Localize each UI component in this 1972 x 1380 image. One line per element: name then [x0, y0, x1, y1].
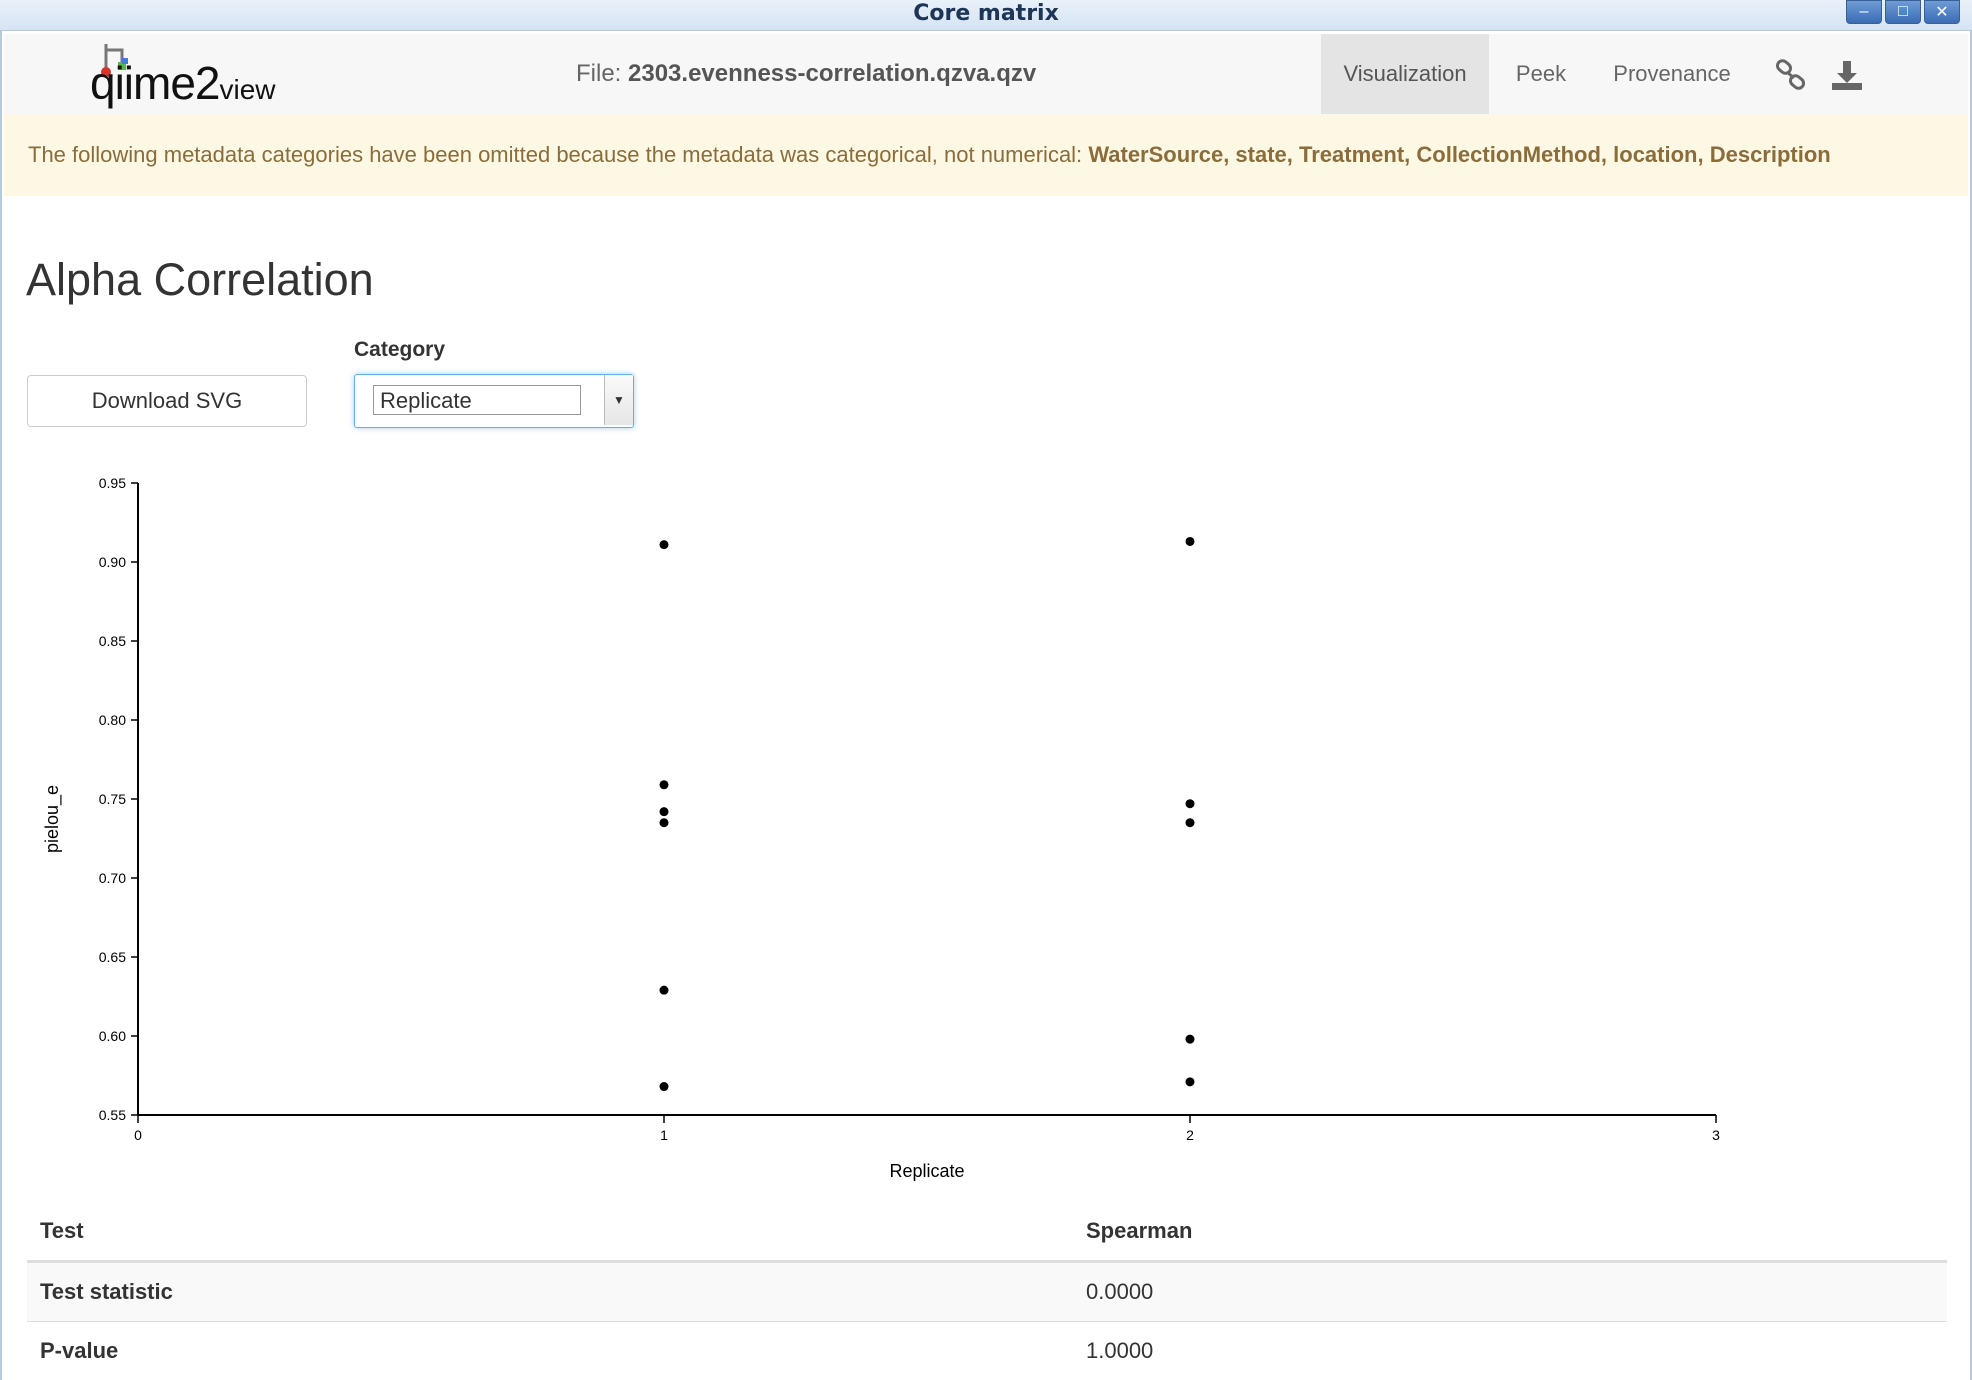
table-row: P-value 1.0000 [27, 1321, 1947, 1380]
x-axis-label: Replicate [889, 1161, 964, 1181]
download-svg-button[interactable]: Download SVG [27, 375, 307, 427]
maximize-button[interactable]: □ [1885, 0, 1921, 24]
table-row: Test statistic 0.0000 [27, 1261, 1947, 1322]
x-tick-label: 1 [660, 1127, 668, 1143]
data-point [659, 540, 669, 550]
y-tick-label: 0.90 [99, 554, 126, 570]
header-spearman: Spearman [1073, 1202, 1947, 1263]
tab-provenance[interactable]: Provenance [1593, 34, 1751, 114]
chevron-down-icon[interactable]: ▼ [604, 375, 633, 425]
minimize-button[interactable]: – [1846, 0, 1882, 24]
qiime2view-logo[interactable]: qiime2view [90, 42, 300, 110]
y-tick-label: 0.65 [99, 949, 126, 965]
y-axis-label: pielou_e [42, 785, 63, 853]
row-label: P-value [27, 1321, 1073, 1380]
row-value: 1.0000 [1073, 1321, 1947, 1380]
tab-visualization[interactable]: Visualization [1321, 34, 1489, 114]
download-icon[interactable] [1830, 58, 1864, 92]
data-point [659, 780, 669, 790]
y-tick-label: 0.70 [99, 870, 126, 886]
file-name: 2303.evenness-correlation.qzva.qzv [628, 60, 1037, 87]
data-point [1185, 536, 1195, 546]
row-label: Test statistic [27, 1261, 1073, 1322]
category-select[interactable]: Replicate ▼ [354, 374, 634, 428]
data-point [1185, 799, 1195, 809]
x-tick-label: 2 [1186, 1127, 1194, 1143]
y-tick-label: 0.55 [99, 1107, 126, 1123]
data-point [659, 985, 669, 995]
row-value: 0.0000 [1073, 1261, 1947, 1322]
stats-table: Test Spearman Test statistic 0.0000 P-va… [27, 1202, 1947, 1380]
y-tick-label: 0.60 [99, 1028, 126, 1044]
x-tick-label: 3 [1712, 1127, 1720, 1143]
data-point [1185, 818, 1195, 828]
link-icon[interactable] [1774, 58, 1808, 92]
y-tick-label: 0.80 [99, 712, 126, 728]
y-tick-label: 0.85 [99, 633, 126, 649]
logo-main-text: qiime2 [90, 57, 221, 109]
y-tick-label: 0.75 [99, 791, 126, 807]
header-test: Test [27, 1202, 1073, 1263]
data-point [659, 818, 669, 828]
data-point [659, 1082, 669, 1092]
window-title-bar: Core matrix – □ ✕ [0, 0, 1972, 31]
data-point [659, 807, 669, 817]
data-point [1185, 1034, 1195, 1044]
tab-peek[interactable]: Peek [1489, 34, 1593, 114]
top-navbar: qiime2view File: 2303.evenness-correlati… [4, 34, 1968, 116]
table-header-row: Test Spearman [27, 1202, 1947, 1263]
category-label: Category [354, 338, 446, 361]
alert-prefix: The following metadata categories have b… [28, 142, 1083, 167]
close-button[interactable]: ✕ [1924, 0, 1960, 24]
logo-sub-text: view [219, 74, 276, 105]
window-controls: – □ ✕ [1843, 0, 1960, 24]
alert-categories: WaterSource, state, Treatment, Collectio… [1088, 142, 1831, 167]
data-point [1185, 1077, 1195, 1087]
x-tick-label: 0 [134, 1127, 142, 1143]
file-label: File: 2303.evenness-correlation.qzva.qzv [576, 60, 1036, 88]
y-tick-label: 0.95 [99, 475, 126, 491]
omitted-categories-alert: The following metadata categories have b… [4, 114, 1968, 196]
alert-text: The following metadata categories have b… [28, 114, 1831, 196]
file-prefix: File: [576, 60, 622, 87]
window-title: Core matrix [913, 1, 1059, 26]
category-select-value: Replicate [373, 385, 581, 415]
scatter-chart: 0.55 0.60 0.65 0.70 0.75 0.80 0.85 0.90 0.95 0 1 2 3… [42, 475, 1720, 1181]
page-title: Alpha Correlation [26, 254, 374, 305]
logo-text: qiime2view [90, 56, 276, 110]
